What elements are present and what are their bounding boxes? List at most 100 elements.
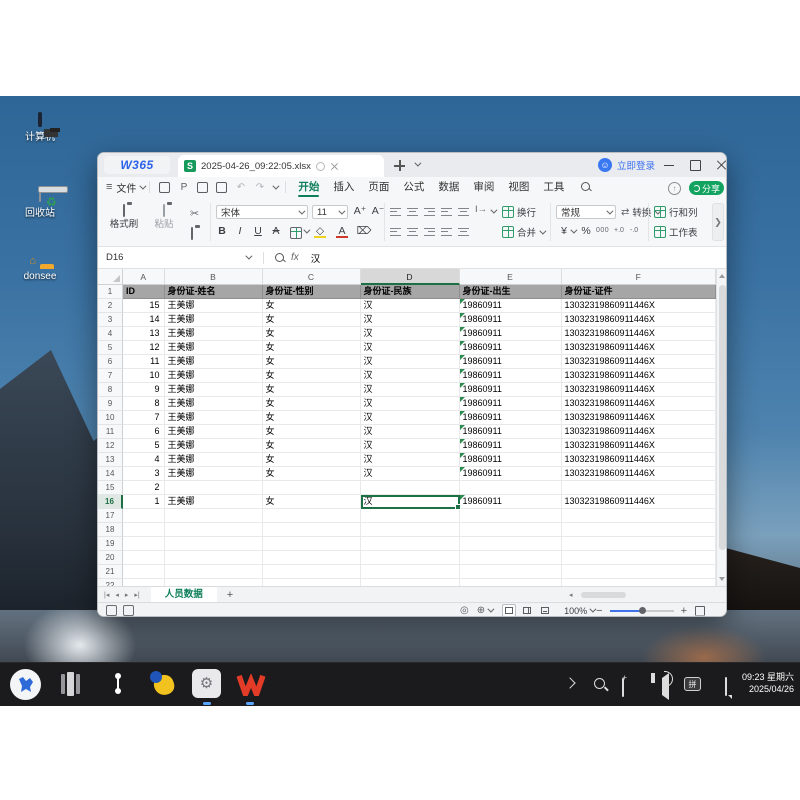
cut-icon[interactable]: ✂ bbox=[190, 207, 199, 220]
row-header-16[interactable]: 16 bbox=[98, 495, 123, 509]
cell-D19[interactable] bbox=[361, 537, 460, 551]
menu-tab-2[interactable]: 页面 bbox=[361, 177, 396, 197]
cell-B12[interactable]: 王美娜 bbox=[165, 439, 263, 453]
cell-C20[interactable] bbox=[263, 551, 361, 565]
fx-icon[interactable]: fx bbox=[291, 252, 299, 263]
desktop-icon-computer[interactable]: 计算机 bbox=[8, 114, 72, 143]
row-header-15[interactable]: 15 bbox=[98, 481, 123, 495]
currency-format-button[interactable]: ¥ bbox=[556, 225, 572, 237]
print-button[interactable] bbox=[196, 181, 209, 194]
cell-A15[interactable]: 2 bbox=[123, 481, 165, 495]
row-header-1[interactable]: 1 bbox=[98, 285, 123, 299]
menu-tab-7[interactable]: 工具 bbox=[536, 177, 571, 197]
login-area[interactable]: ☺ 立即登录 bbox=[598, 158, 655, 172]
cell-E19[interactable] bbox=[460, 537, 562, 551]
sheet-tab-active[interactable]: 人员数据 bbox=[151, 587, 217, 603]
ribbon-expand-chevron[interactable]: ❯ bbox=[712, 203, 724, 241]
cell-E22[interactable] bbox=[460, 579, 562, 586]
cell-C1[interactable]: 身份证-性别 bbox=[263, 285, 361, 299]
horizontal-scroll-thumb[interactable] bbox=[581, 592, 626, 598]
tray-expand-chevron[interactable] bbox=[564, 677, 575, 688]
row-header-13[interactable]: 13 bbox=[98, 453, 123, 467]
format-painter-button[interactable]: 格式刷 bbox=[102, 205, 146, 230]
cell-E11[interactable]: 19860911 bbox=[460, 425, 562, 439]
cell-E14[interactable]: 19860911 bbox=[460, 467, 562, 481]
cell-E4[interactable]: 19860911 bbox=[460, 327, 562, 341]
cell-B14[interactable]: 王美娜 bbox=[165, 467, 263, 481]
row-header-3[interactable]: 3 bbox=[98, 313, 123, 327]
number-format-select[interactable]: 常规 bbox=[556, 205, 616, 219]
cell-E7[interactable]: 19860911 bbox=[460, 369, 562, 383]
cell-E10[interactable]: 19860911 bbox=[460, 411, 562, 425]
cell-D7[interactable]: 汉 bbox=[361, 369, 460, 383]
vertical-scroll-thumb[interactable] bbox=[719, 285, 726, 550]
cell-A2[interactable]: 15 bbox=[123, 299, 165, 313]
cell-C6[interactable]: 女 bbox=[263, 355, 361, 369]
cell-B10[interactable]: 王美娜 bbox=[165, 411, 263, 425]
taskbar-app-fox[interactable] bbox=[10, 669, 41, 700]
cell-D5[interactable]: 汉 bbox=[361, 341, 460, 355]
tray-notifications-icon[interactable] bbox=[725, 677, 727, 696]
cell-C4[interactable]: 女 bbox=[263, 327, 361, 341]
cell-B16[interactable]: 王美娜 bbox=[165, 495, 263, 509]
cell-B6[interactable]: 王美娜 bbox=[165, 355, 263, 369]
column-header-D[interactable]: D bbox=[361, 269, 460, 285]
horizontal-scrollbar[interactable]: ◂ ▸ bbox=[578, 591, 727, 599]
cell-E9[interactable]: 19860911 bbox=[460, 397, 562, 411]
taskbar-app-settings[interactable]: ⚙ bbox=[192, 669, 221, 698]
undo-button[interactable]: ↶ bbox=[234, 181, 247, 194]
thousands-separator-button[interactable]: 000 bbox=[596, 227, 609, 234]
cell-E6[interactable]: 19860911 bbox=[460, 355, 562, 369]
cell-A5[interactable]: 12 bbox=[123, 341, 165, 355]
cell-C8[interactable]: 女 bbox=[263, 383, 361, 397]
worksheet-button[interactable]: 工作表 bbox=[654, 225, 698, 239]
row-header-14[interactable]: 14 bbox=[98, 467, 123, 481]
search-icon[interactable] bbox=[581, 182, 591, 192]
cell-A21[interactable] bbox=[123, 565, 165, 579]
close-tab-icon[interactable] bbox=[330, 162, 339, 171]
screen-record-icon[interactable]: ⊕ bbox=[477, 605, 485, 616]
row-header-17[interactable]: 17 bbox=[98, 509, 123, 523]
eye-protection-icon[interactable]: ◎ bbox=[460, 605, 469, 616]
font-name-select[interactable]: 宋体 bbox=[216, 205, 308, 219]
share-button[interactable]: 分享 bbox=[689, 181, 724, 195]
cell-B7[interactable]: 王美娜 bbox=[165, 369, 263, 383]
document-tab[interactable]: S 2025-04-26_09:22:05.xlsx bbox=[178, 155, 384, 177]
column-header-E[interactable]: E bbox=[460, 269, 562, 285]
tray-volume-icon[interactable] bbox=[662, 673, 669, 700]
cell-A10[interactable]: 7 bbox=[123, 411, 165, 425]
cell-E3[interactable]: 19860911 bbox=[460, 313, 562, 327]
cell-C11[interactable]: 女 bbox=[263, 425, 361, 439]
borders-button[interactable] bbox=[290, 227, 302, 239]
cell-F1[interactable]: 身份证-证件 bbox=[562, 285, 717, 299]
cell-F6[interactable]: 13032319860911446X bbox=[562, 355, 717, 369]
next-sheet-arrow[interactable]: ▸ bbox=[125, 591, 129, 599]
page-layout-view-button[interactable] bbox=[520, 604, 534, 617]
tray-display-icon[interactable] bbox=[622, 678, 624, 697]
add-sheet-button[interactable]: + bbox=[227, 589, 233, 601]
prev-sheet-arrow[interactable]: ◂ bbox=[115, 591, 119, 599]
cell-E20[interactable] bbox=[460, 551, 562, 565]
cell-B3[interactable]: 王美娜 bbox=[165, 313, 263, 327]
column-header-B[interactable]: B bbox=[165, 269, 263, 285]
zoom-out-button[interactable]: − bbox=[596, 606, 602, 616]
cell-A4[interactable]: 13 bbox=[123, 327, 165, 341]
cell-C9[interactable]: 女 bbox=[263, 397, 361, 411]
last-sheet-arrow[interactable]: ▸| bbox=[134, 591, 139, 599]
row-header-11[interactable]: 11 bbox=[98, 425, 123, 439]
menu-tab-1[interactable]: 插入 bbox=[326, 177, 361, 197]
redo-button[interactable]: ↷ bbox=[253, 181, 266, 194]
cell-D22[interactable] bbox=[361, 579, 460, 586]
cell-E13[interactable]: 19860911 bbox=[460, 453, 562, 467]
zoom-in-button[interactable]: + bbox=[681, 606, 687, 616]
cell-A19[interactable] bbox=[123, 537, 165, 551]
cell-B5[interactable]: 王美娜 bbox=[165, 341, 263, 355]
desktop-icon-donsee-folder[interactable]: donsee bbox=[8, 268, 72, 282]
cell-C5[interactable]: 女 bbox=[263, 341, 361, 355]
cell-D6[interactable]: 汉 bbox=[361, 355, 460, 369]
page-info-icon[interactable] bbox=[123, 605, 134, 616]
bold-button[interactable]: B bbox=[214, 225, 230, 237]
row-header-7[interactable]: 7 bbox=[98, 369, 123, 383]
percent-format-button[interactable]: % bbox=[578, 225, 594, 237]
cell-E15[interactable] bbox=[460, 481, 562, 495]
